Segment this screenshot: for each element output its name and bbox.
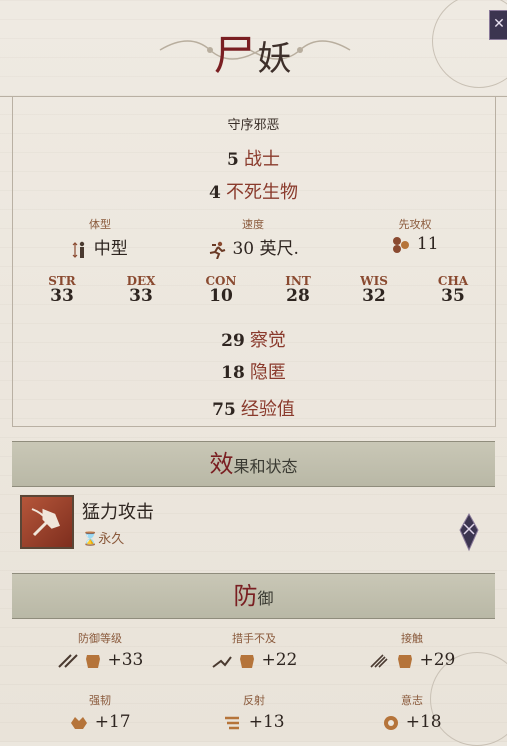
save-reflex[interactable]: 反射 +13	[174, 692, 334, 732]
armor-icon	[86, 654, 101, 668]
experience-row: 75 经验值	[0, 395, 507, 421]
skill-name: 察觉	[249, 330, 286, 351]
class-level: 5	[227, 150, 239, 170]
ability-str[interactable]: STR 33	[32, 274, 92, 306]
defense-value: +29	[419, 650, 456, 670]
speed-value: 30 英尺.	[232, 239, 299, 259]
ability-dex[interactable]: DEX 33	[111, 274, 171, 306]
class-name[interactable]: 不死生物	[226, 182, 298, 203]
class-level: 4	[209, 183, 221, 203]
skill-value: 29	[221, 331, 245, 351]
hourglass-icon: ⌛	[82, 532, 99, 547]
effect-duration-text: 永久	[98, 532, 125, 547]
skill-name: 隐匿	[249, 362, 286, 383]
defense-section-header: 防御	[12, 573, 495, 619]
touch-icon	[370, 653, 388, 668]
armor-icon	[240, 654, 255, 668]
ability-scores-row: STR 33 DEX 33 CON 10 INT 28 WIS 32 CHA 35	[0, 274, 507, 314]
size-stat[interactable]: 体型 中型	[30, 216, 170, 259]
class-name[interactable]: 战士	[244, 149, 280, 170]
flat-footed-icon	[212, 655, 232, 668]
ability-value: 10	[209, 286, 233, 306]
alignment-text: 守序邪恶	[227, 118, 280, 133]
defense-value: +17	[94, 712, 131, 732]
class-row-1: 5 战士	[0, 145, 507, 171]
defense-value: +22	[261, 650, 298, 670]
running-icon	[209, 241, 226, 259]
size-label: 体型	[89, 218, 111, 231]
xp-label: 经验值	[240, 399, 295, 420]
initiative-label: 先攻权	[398, 218, 432, 231]
defense-value: +18	[405, 712, 442, 732]
speed-label: 速度	[242, 218, 264, 231]
ability-value: 32	[362, 286, 386, 306]
defense-touch[interactable]: 接触 +29	[332, 630, 492, 670]
initiative-value: 11	[416, 234, 439, 254]
ability-con[interactable]: CON 10	[191, 274, 251, 306]
page-title: 尸妖	[0, 22, 507, 83]
xp-value: 75	[212, 400, 236, 420]
ability-cha[interactable]: CHA 35	[423, 274, 483, 306]
core-stats-row: 体型 中型 速度 30 英尺. 先攻权 11	[0, 216, 507, 266]
frame-line-divider	[12, 426, 496, 427]
defense-value: +33	[107, 650, 144, 670]
defense-label: 强韧	[89, 694, 111, 707]
size-value: 中型	[93, 239, 128, 259]
frame-line-top	[0, 96, 507, 97]
effect-name[interactable]: 猛力攻击	[82, 498, 154, 524]
effects-section-header: 效果和状态	[12, 441, 495, 487]
ability-int[interactable]: INT 28	[268, 274, 328, 306]
will-icon	[384, 715, 399, 730]
dice-icon	[393, 236, 410, 253]
power-attack-icon[interactable]	[20, 495, 74, 549]
section-title-rest: 御	[257, 589, 274, 608]
statblock-page: ✕ 尸妖 守序邪恶 5 战士 4 不死生物 体型 中型 速度 30 英尺. 先攻…	[0, 0, 507, 746]
skill-stealth[interactable]: 18 隐匿	[0, 358, 507, 384]
section-title-first: 效	[209, 450, 234, 478]
section-title-first: 防	[233, 582, 258, 610]
defense-label: 防御等级	[78, 632, 122, 645]
ability-wis[interactable]: WIS 32	[344, 274, 404, 306]
fortitude-icon	[71, 716, 88, 729]
save-fortitude[interactable]: 强韧 +17	[20, 692, 180, 732]
effect-duration: ⌛永久	[82, 528, 124, 547]
defense-label: 接触	[401, 632, 423, 645]
title-first-char: 尸	[213, 31, 258, 80]
size-icon	[72, 241, 85, 258]
defense-label: 意志	[401, 694, 423, 707]
armor-icon	[398, 654, 413, 668]
weapon-icon	[57, 653, 78, 668]
defense-label: 反射	[243, 694, 265, 707]
ability-value: 35	[441, 286, 465, 306]
section-title-rest: 果和状态	[233, 457, 298, 476]
initiative-stat[interactable]: 先攻权 11	[345, 216, 485, 254]
ability-value: 28	[286, 286, 310, 306]
defense-flat-footed[interactable]: 措手不及 +22	[174, 630, 334, 670]
skill-value: 18	[221, 363, 245, 383]
effect-source-icon[interactable]	[458, 512, 480, 552]
title-rest: 妖	[257, 39, 294, 79]
reflex-icon	[225, 716, 240, 729]
class-row-2: 4 不死生物	[0, 178, 507, 204]
save-will[interactable]: 意志 +18	[332, 692, 492, 732]
defense-armor-class[interactable]: 防御等级 +33	[20, 630, 180, 670]
defense-label: 措手不及	[232, 632, 276, 645]
ability-value: 33	[50, 286, 74, 306]
speed-stat[interactable]: 速度 30 英尺.	[183, 216, 323, 259]
skill-perception[interactable]: 29 察觉	[0, 326, 507, 352]
defense-value: +13	[248, 712, 285, 732]
ability-value: 33	[129, 286, 153, 306]
